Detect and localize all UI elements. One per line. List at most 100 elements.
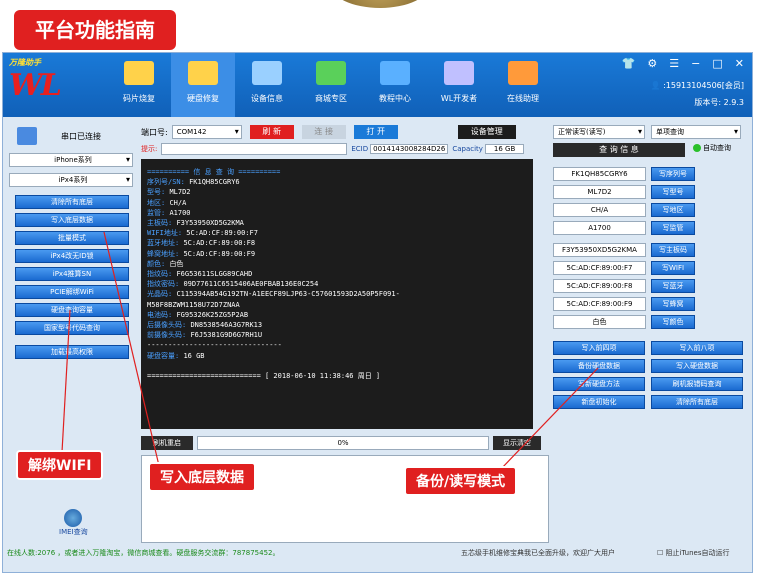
nav-icon <box>508 61 538 85</box>
logo-tagline: 万隆助手 <box>9 58 41 67</box>
terminal-key: 电池码: <box>147 310 173 319</box>
write-button[interactable]: 写型号 <box>651 185 695 199</box>
minimize-icon[interactable]: − <box>691 57 700 70</box>
left-button[interactable]: iPx4改无ID锁 <box>15 249 129 263</box>
field-value[interactable]: A1700 <box>553 221 646 235</box>
action-button[interactable]: 写入硬盘数据 <box>651 359 743 373</box>
left-button[interactable]: PCIE解绑WiFi <box>15 285 129 299</box>
connect-button[interactable]: 连 接 <box>301 125 346 139</box>
device-manager-button[interactable]: 设备管理 <box>457 125 516 139</box>
action-button[interactable]: 写入前四项 <box>553 341 645 355</box>
terminal-value: FK1QH85CGRY6 <box>189 178 240 187</box>
model-select[interactable]: iPx4系列 <box>9 173 133 187</box>
itunes-checkbox[interactable]: ☐ <box>657 549 663 557</box>
left-button[interactable]: 国家型号代码查询 <box>15 321 129 335</box>
query-mode-select[interactable]: 单项查询 <box>651 125 741 139</box>
left-button[interactable]: 写入底层数据 <box>15 213 129 227</box>
elevate-button[interactable]: 加载最高权限 <box>15 345 129 359</box>
terminal-line: M58F8BZWM1158U72D7ZNAA <box>147 300 527 310</box>
terminal-value: F6J5381G9D6G7RH1U <box>190 331 263 340</box>
mode-select[interactable]: 正常读写(读写) <box>553 125 645 139</box>
imei-query[interactable]: IMEI查询 <box>59 509 88 537</box>
terminal-line: 监管: A1700 <box>147 208 527 218</box>
itunes-label: 阻止iTunes自动运行 <box>665 549 730 557</box>
field-value[interactable]: FK1QH85CGRY6 <box>553 167 646 181</box>
action-button[interactable]: 刷机报错码查询 <box>651 377 743 391</box>
write-button[interactable]: 写监管 <box>651 221 695 235</box>
left-panel: 串口已连接 iPhone系列 iPx4系列 清除所有底层写入底层数据批量模式 iP… <box>9 123 137 543</box>
action-button[interactable]: 新盘初始化 <box>553 395 645 409</box>
left-button[interactable]: 批量模式 <box>15 231 129 245</box>
terminal-value: FG95326K25ZG5P2AB <box>176 310 249 319</box>
nav-icon <box>380 61 410 85</box>
terminal-line: 指纹密码: 09D77611C6515406AE0FBAB136E0C254 <box>147 279 527 289</box>
clear-button[interactable]: 显示清空 <box>493 436 541 450</box>
open-button[interactable]: 打 开 <box>353 125 398 139</box>
hint-row: 提示: ECID 0014143008284D26 Capacity 16 GB <box>141 143 549 155</box>
nav-item-6[interactable]: 在线助理 <box>491 53 555 117</box>
left-button[interactable]: 清除所有底层 <box>15 195 129 209</box>
itunes-toggle[interactable]: ☐ 阻止iTunes自动运行 <box>657 548 730 558</box>
write-button[interactable]: 写蓝牙 <box>651 279 695 293</box>
terminal-line: 地区: CH/A <box>147 198 527 208</box>
logo: 万隆助手 WL <box>9 57 105 113</box>
terminal-line: 蜂窝地址: 5C:AD:CF:89:00:F9 <box>147 249 527 259</box>
field-value[interactable]: 5C:AD:CF:89:00:F7 <box>553 261 646 275</box>
logo-brand: WL <box>9 68 62 103</box>
field-value[interactable]: 5C:AD:CF:89:00:F8 <box>553 279 646 293</box>
maximize-icon[interactable]: □ <box>712 57 722 70</box>
auto-radio[interactable] <box>693 144 701 152</box>
write-button[interactable]: 写颜色 <box>651 315 695 329</box>
field-value[interactable]: CH/A <box>553 203 646 217</box>
field-value[interactable]: F3Y53950XD5G2KMA <box>553 243 646 257</box>
action-button[interactable]: 写入前八项 <box>651 341 743 355</box>
field-value[interactable]: 5C:AD:CF:89:00:F9 <box>553 297 646 311</box>
write-button[interactable]: 写WIFI <box>651 261 695 275</box>
progress-bar: 0% <box>197 436 489 450</box>
write-button[interactable]: 写地区 <box>651 203 695 217</box>
nav-icon <box>252 61 282 85</box>
port-select[interactable]: COM142 <box>171 125 242 139</box>
nav-item-4[interactable]: 教程中心 <box>363 53 427 117</box>
field-value[interactable]: ML7D2 <box>553 185 646 199</box>
terminal-key: 主板码: <box>147 219 173 228</box>
refresh-button[interactable]: 刷 新 <box>249 125 294 139</box>
nav-item-3[interactable]: 商城专区 <box>299 53 363 117</box>
terminal-key: 型号: <box>147 188 166 197</box>
terminal-line: 型号: ML7D2 <box>147 187 527 197</box>
terminal-key: 指纹密码: <box>147 280 180 289</box>
left-button[interactable]: iPx4推算SN <box>15 267 129 281</box>
auto-query[interactable]: 自动查询 <box>693 143 731 153</box>
gear-icon[interactable]: ⚙ <box>647 57 657 70</box>
nav-item-0[interactable]: 码片烧复 <box>107 53 171 117</box>
query-button[interactable]: 查 询 信 息 <box>553 143 685 157</box>
write-button[interactable]: 写主板码 <box>651 243 695 257</box>
action-button[interactable]: 清除所有底层 <box>651 395 743 409</box>
terminal-header: ========== 信 息 查 询 ========== <box>147 168 281 176</box>
close-icon[interactable]: ✕ <box>735 57 744 70</box>
menu-icon[interactable]: ☰ <box>669 57 679 70</box>
callout-write: 写入底层数据 <box>148 462 256 492</box>
ie-icon <box>64 509 83 527</box>
nav-item-5[interactable]: WL开发者 <box>427 53 491 117</box>
imei-label: IMEI查询 <box>59 528 88 536</box>
terminal-value: -------------------------------- <box>147 341 282 350</box>
terminal-key: 光晶码: <box>147 290 173 299</box>
callout-backup: 备份/读写模式 <box>404 466 518 496</box>
write-button[interactable]: 写蜂窝 <box>651 297 695 311</box>
terminal-key: WIFI地址: <box>147 229 183 238</box>
nav-item-2[interactable]: 设备信息 <box>235 53 299 117</box>
series-select[interactable]: iPhone系列 <box>9 153 133 167</box>
terminal-value: F6G53611SLGG89CAHD <box>176 270 253 279</box>
left-button[interactable]: 硬盘查询容量 <box>15 303 129 317</box>
app-window: 万隆助手 WL 码片烧复 硬盘修复 设备信息 商城专区 教程中心 WL开发者 在线助理 👕 … <box>2 52 753 573</box>
action-button[interactable]: 备份硬盘数据 <box>553 359 645 373</box>
shirt-icon[interactable]: 👕 <box>622 57 636 70</box>
terminal-line: WIFI地址: 5C:AD:CF:89:00:F7 <box>147 228 527 238</box>
write-button[interactable]: 写序列号 <box>651 167 695 181</box>
field-value[interactable]: 白色 <box>553 315 646 329</box>
nav-item-1[interactable]: 硬盘修复 <box>171 53 235 117</box>
restart-button[interactable]: 刷机重启 <box>141 436 193 450</box>
terminal-line: 光晶码: C115394AB54G192TN-A1EECF89LJP63-C57… <box>147 289 527 299</box>
action-button[interactable]: 写新硬盘方法 <box>553 377 645 391</box>
